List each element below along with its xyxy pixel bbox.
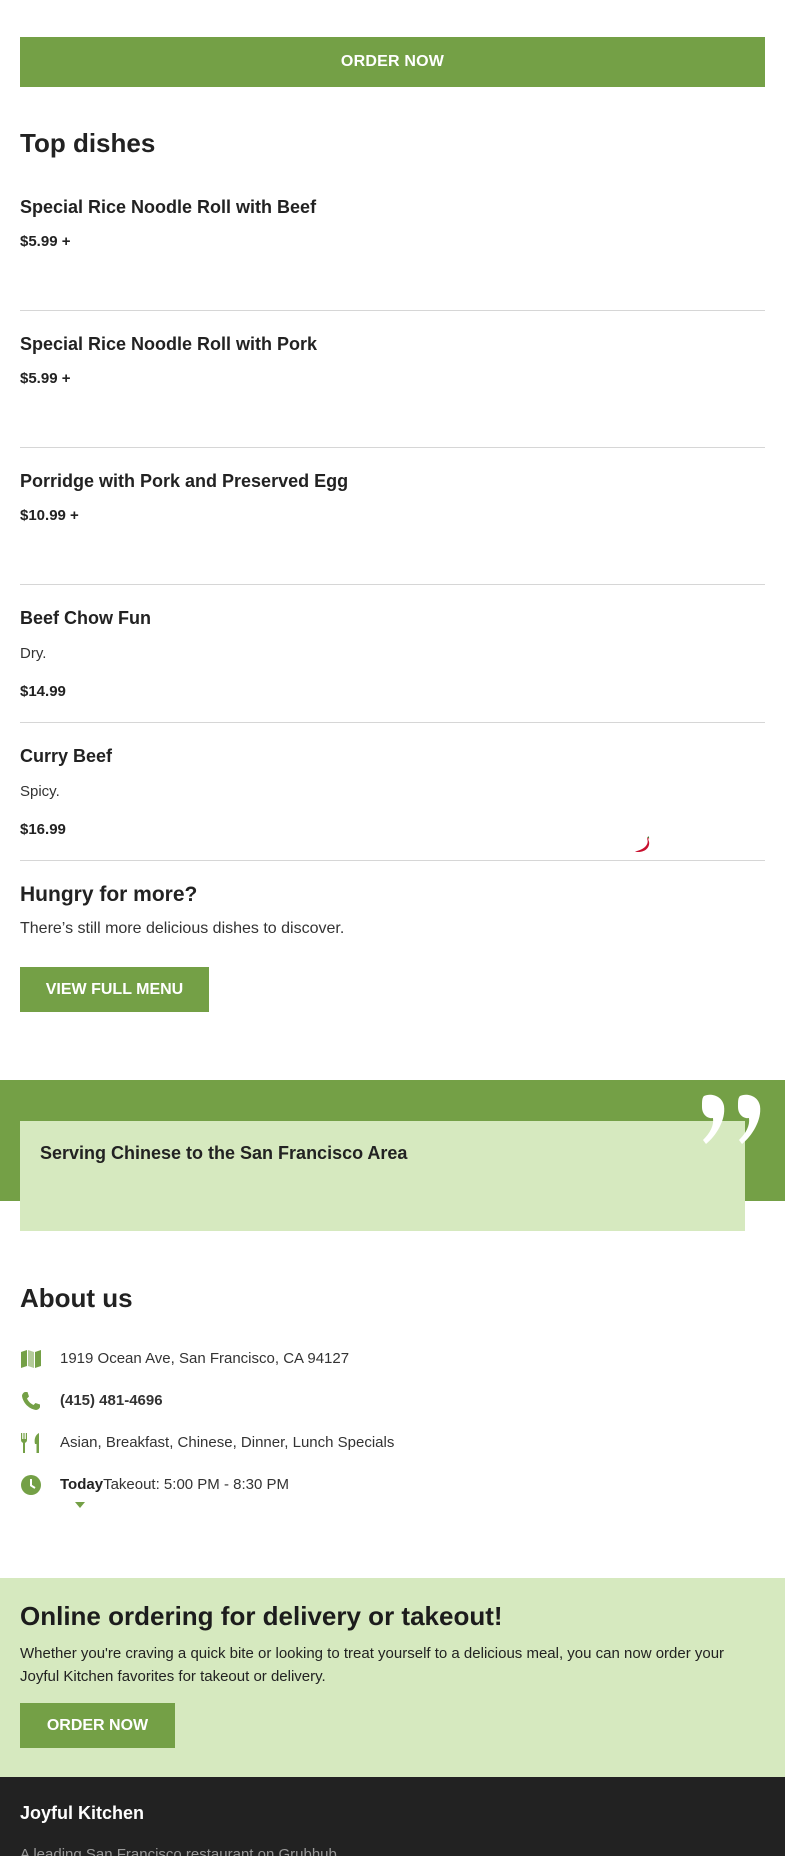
about-title: About us xyxy=(20,1283,133,1313)
phone-row[interactable]: (415) 481-4696 xyxy=(20,1389,765,1413)
hours-row[interactable]: TodayTakeout: 5:00 PM - 8:30 PM xyxy=(20,1473,765,1497)
dish-card[interactable]: Special Rice Noodle Roll with Beef $5.99… xyxy=(20,190,765,311)
chili-pepper-icon xyxy=(635,836,650,853)
dish-card[interactable]: Porridge with Pork and Preserved Egg $10… xyxy=(20,464,765,585)
dish-name: Beef Chow Fun xyxy=(20,608,151,628)
quote-icon xyxy=(702,1094,761,1144)
order-now-button[interactable]: ORDER NOW xyxy=(20,37,765,87)
quote-text: Serving Chinese to the San Francisco Are… xyxy=(40,1143,408,1163)
utensils-icon xyxy=(21,1433,39,1453)
footer-restaurant-name: Joyful Kitchen xyxy=(20,1803,145,1823)
dish-price: $10.99 + xyxy=(20,507,79,524)
map-icon xyxy=(21,1350,41,1368)
view-full-menu-button[interactable]: VIEW FULL MENU xyxy=(20,967,209,1012)
dish-price: $5.99 + xyxy=(20,233,71,250)
phone-text[interactable]: (415) 481-4696 xyxy=(60,1392,163,1409)
online-ordering-promo: Online ordering for delivery or takeout!… xyxy=(0,1578,785,1777)
quote-card: Serving Chinese to the San Francisco Are… xyxy=(20,1121,745,1231)
footer-tagline: A leading San Francisco restaurant on Gr… xyxy=(20,1846,337,1856)
dish-name: Curry Beef xyxy=(20,746,113,766)
top-dishes-title: Top dishes xyxy=(20,128,156,158)
footer: Joyful Kitchen A leading San Francisco r… xyxy=(0,1777,785,1856)
address-text: 1919 Ocean Ave, San Francisco, CA 94127 xyxy=(60,1350,350,1367)
promo-title: Online ordering for delivery or takeout! xyxy=(20,1601,503,1631)
dish-name: Special Rice Noodle Roll with Beef xyxy=(20,197,317,217)
dish-card[interactable]: Curry Beef Spicy. $16.99 xyxy=(20,739,765,861)
hours-day: Today xyxy=(60,1476,104,1493)
cuisine-text: Asian, Breakfast, Chinese, Dinner, Lunch… xyxy=(60,1434,395,1451)
dish-card[interactable]: Beef Chow Fun Dry. $14.99 xyxy=(20,601,765,723)
dish-description: Spicy. xyxy=(20,783,60,800)
address-row[interactable]: 1919 Ocean Ave, San Francisco, CA 94127 xyxy=(20,1347,765,1371)
dish-name: Porridge with Pork and Preserved Egg xyxy=(20,471,349,491)
phone-icon xyxy=(22,1392,40,1410)
hours-text: Takeout: 5:00 PM - 8:30 PM xyxy=(103,1476,289,1493)
dish-price: $5.99 + xyxy=(20,370,71,387)
dish-description: Dry. xyxy=(20,645,47,662)
clock-icon xyxy=(21,1475,41,1495)
promo-text: Whether you're craving a quick bite or l… xyxy=(20,1645,725,1685)
dish-name: Special Rice Noodle Roll with Pork xyxy=(20,334,318,354)
caret-down-icon[interactable] xyxy=(75,1502,85,1508)
order-now-button-secondary[interactable]: ORDER NOW xyxy=(20,1703,175,1748)
hungry-title: Hungry for more? xyxy=(20,883,198,906)
hungry-text: There’s still more delicious dishes to d… xyxy=(20,920,345,937)
dish-price: $16.99 xyxy=(20,821,66,838)
dish-card[interactable]: Special Rice Noodle Roll with Pork $5.99… xyxy=(20,327,765,448)
cuisine-row: Asian, Breakfast, Chinese, Dinner, Lunch… xyxy=(20,1431,765,1455)
dish-price: $14.99 xyxy=(20,683,66,700)
